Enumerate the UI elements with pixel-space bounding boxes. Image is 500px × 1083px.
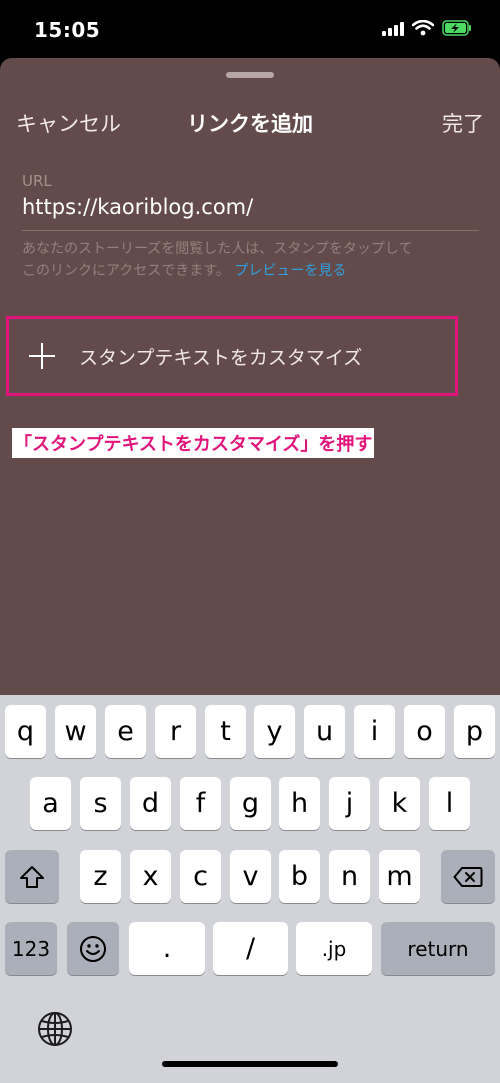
key-y[interactable]: y: [254, 705, 295, 758]
sheet-title: リンクを追加: [187, 112, 313, 136]
key-d[interactable]: d: [130, 777, 171, 830]
home-indicator: [162, 1061, 338, 1067]
status-bar: 15:05: [0, 0, 500, 58]
url-input[interactable]: https://kaoriblog.com/: [22, 195, 253, 219]
shift-arrow-icon: [20, 865, 44, 888]
customize-sticker-text-button[interactable]: スタンプテキストをカスタマイズ: [6, 316, 458, 396]
plus-icon: [29, 343, 55, 369]
preview-link[interactable]: プレビューを見る: [234, 263, 346, 279]
key-p[interactable]: p: [454, 705, 495, 758]
emoji-key[interactable]: [67, 922, 119, 975]
key-v[interactable]: v: [230, 850, 271, 903]
globe-icon[interactable]: [37, 1011, 73, 1051]
backspace-icon: [453, 866, 483, 887]
slash-key[interactable]: /: [213, 922, 288, 975]
annotation-caption: 「スタンプテキストをカスタマイズ」を押す: [12, 428, 375, 458]
helper-line2: このリンクにアクセスできます。: [22, 263, 230, 279]
period-key[interactable]: .: [129, 922, 205, 975]
key-u[interactable]: u: [304, 705, 345, 758]
key-e[interactable]: e: [105, 705, 146, 758]
key-s[interactable]: s: [80, 777, 121, 830]
key-k[interactable]: k: [379, 777, 420, 830]
delete-key[interactable]: [441, 850, 495, 903]
key-h[interactable]: h: [279, 777, 320, 830]
numbers-key[interactable]: 123: [5, 922, 57, 975]
status-icons: [382, 20, 472, 36]
key-r[interactable]: r: [155, 705, 196, 758]
url-field-label: URL: [22, 172, 52, 190]
add-link-sheet: キャンセル リンクを追加 完了 URL https://kaoriblog.co…: [0, 58, 500, 695]
key-w[interactable]: w: [55, 705, 96, 758]
key-b[interactable]: b: [279, 850, 320, 903]
helper-text: あなたのストーリーズを閲覧した人は、スタンプをタップして このリンクにアクセスで…: [22, 238, 482, 282]
wifi-icon: [412, 20, 434, 36]
cellular-signal-icon: [382, 20, 404, 36]
status-time: 15:05: [34, 18, 101, 42]
done-button[interactable]: 完了: [442, 108, 484, 138]
key-c[interactable]: c: [180, 850, 221, 903]
sheet-grabber[interactable]: [226, 72, 274, 78]
battery-charging-icon: [442, 20, 472, 36]
key-t[interactable]: t: [205, 705, 246, 758]
key-a[interactable]: a: [30, 777, 71, 830]
key-g[interactable]: g: [230, 777, 271, 830]
key-x[interactable]: x: [130, 850, 171, 903]
key-m[interactable]: m: [379, 850, 420, 903]
keyboard: q w e r t y u i o p a s d f g h j k l z …: [0, 695, 500, 1083]
key-l[interactable]: l: [429, 777, 470, 830]
emoji-icon: [80, 935, 106, 962]
return-key[interactable]: return: [381, 922, 495, 975]
key-z[interactable]: z: [80, 850, 121, 903]
helper-line1: あなたのストーリーズを閲覧した人は、スタンプをタップして: [22, 241, 413, 257]
key-q[interactable]: q: [5, 705, 46, 758]
jp-domain-key[interactable]: .jp: [296, 922, 372, 975]
key-j[interactable]: j: [329, 777, 370, 830]
url-divider: [22, 230, 479, 231]
key-n[interactable]: n: [329, 850, 370, 903]
customize-sticker-text-label: スタンプテキストをカスタマイズ: [79, 347, 363, 369]
key-f[interactable]: f: [180, 777, 221, 830]
shift-key[interactable]: [5, 850, 59, 903]
key-o[interactable]: o: [404, 705, 445, 758]
key-i[interactable]: i: [354, 705, 395, 758]
